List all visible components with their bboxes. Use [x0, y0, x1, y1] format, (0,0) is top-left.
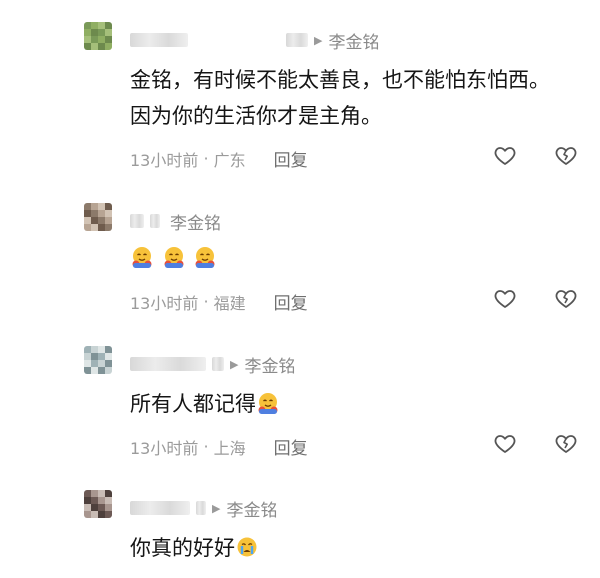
- crying-face-emoji: [237, 537, 257, 557]
- username-row: ▶ 李金铭: [130, 28, 379, 53]
- like-heart-icon[interactable]: [493, 431, 517, 455]
- reply-arrow-icon: ▶: [212, 501, 221, 515]
- reply-to-user[interactable]: 李金铭: [328, 28, 379, 53]
- blurred-username: [212, 357, 224, 371]
- comment-text: 你真的好好: [130, 536, 235, 560]
- blurred-username: [196, 501, 206, 515]
- username-row: ▶ 李金铭: [130, 496, 277, 521]
- blurred-username: [130, 357, 206, 371]
- comment-time: 13小时前: [130, 293, 199, 313]
- comment-location: 福建: [213, 293, 246, 313]
- avatar[interactable]: [84, 203, 112, 231]
- username-row: 李金铭: [130, 209, 221, 234]
- username-row: ▶ 李金铭: [130, 352, 295, 377]
- comment-text-row: 你真的好好: [130, 530, 570, 566]
- reply-to-user[interactable]: 李金铭: [226, 496, 277, 521]
- comment-time: 13小时前: [130, 438, 199, 458]
- hugging-face-emoji: [195, 247, 215, 268]
- blurred-username: [286, 33, 308, 47]
- comment-meta: 13小时前 · 广东 回复: [130, 146, 308, 171]
- avatar[interactable]: [84, 346, 112, 374]
- dislike-broken-heart-icon[interactable]: [554, 286, 578, 310]
- comment-location: 广东: [213, 150, 246, 170]
- blurred-username: [130, 33, 188, 47]
- hugging-face-emoji: [132, 247, 152, 268]
- comment-text: 所有人都记得: [130, 392, 256, 416]
- reply-arrow-icon: ▶: [230, 357, 239, 371]
- hugging-face-emoji: [258, 393, 278, 414]
- reply-to-user[interactable]: 李金铭: [170, 209, 221, 234]
- dislike-broken-heart-icon[interactable]: [554, 431, 578, 455]
- blurred-username: [130, 501, 190, 515]
- like-heart-icon[interactable]: [493, 143, 517, 167]
- hugging-face-emoji: [164, 247, 184, 268]
- comment-emoji-row: [130, 240, 570, 276]
- comment-text-row: 所有人都记得: [130, 386, 570, 422]
- comment-time: 13小时前: [130, 150, 199, 170]
- dislike-broken-heart-icon[interactable]: [554, 143, 578, 167]
- reply-to-user[interactable]: 李金铭: [244, 352, 295, 377]
- reply-arrow-icon: ▶: [314, 33, 323, 47]
- comment-location: 上海: [213, 438, 246, 458]
- reply-button[interactable]: 回复: [274, 434, 308, 459]
- blurred-username: [130, 214, 144, 228]
- like-heart-icon[interactable]: [493, 286, 517, 310]
- avatar[interactable]: [84, 22, 112, 50]
- blurred-username: [150, 214, 160, 228]
- comment-meta: 13小时前 · 上海 回复: [130, 434, 308, 459]
- reply-button[interactable]: 回复: [274, 289, 308, 314]
- reply-button[interactable]: 回复: [274, 146, 308, 171]
- comment-meta: 13小时前 · 福建 回复: [130, 289, 308, 314]
- avatar[interactable]: [84, 490, 112, 518]
- comment-text: 金铭，有时候不能太善良，也不能怕东怕西。因为你的生活你才是主角。: [130, 68, 550, 128]
